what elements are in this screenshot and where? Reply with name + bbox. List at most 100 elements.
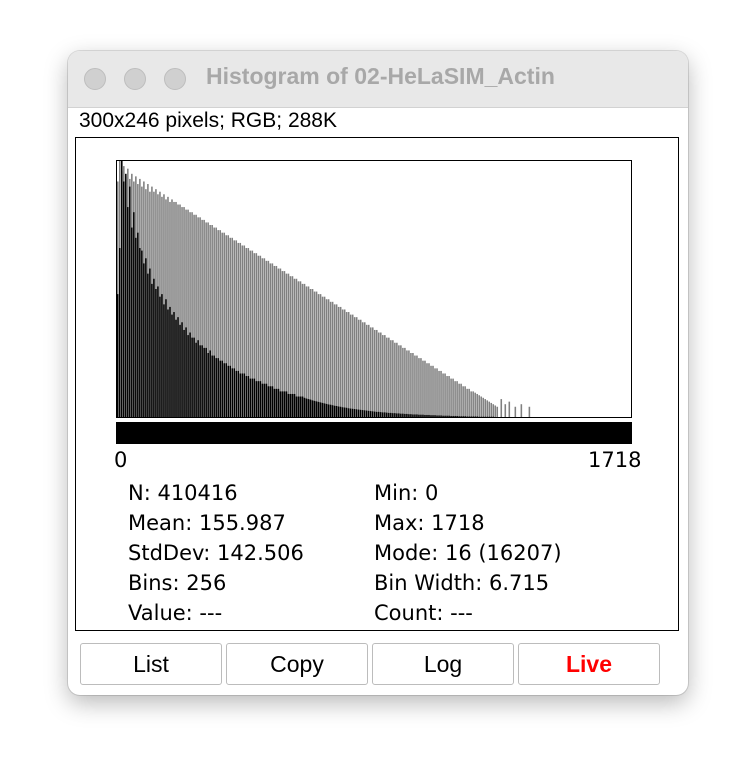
histogram-bar bbox=[374, 329, 376, 417]
histogram-bar bbox=[331, 405, 334, 417]
stat-mean: Mean: 155.987 bbox=[128, 511, 286, 535]
histogram-bar bbox=[119, 248, 121, 417]
histogram-bar bbox=[496, 406, 499, 417]
histogram-bar bbox=[380, 332, 382, 417]
histogram-bar bbox=[235, 370, 238, 417]
histogram-bar bbox=[458, 416, 460, 417]
histogram-bar bbox=[400, 345, 402, 417]
histogram-bar bbox=[448, 376, 450, 417]
histogram-bar bbox=[303, 283, 306, 417]
histogram-bar bbox=[161, 294, 163, 417]
list-button[interactable]: List bbox=[80, 643, 222, 685]
histogram-bar bbox=[243, 373, 246, 417]
histogram-bar bbox=[341, 309, 344, 417]
title-bar[interactable]: Histogram of 02-HeLaSIM_Actin bbox=[68, 51, 688, 108]
histogram-bar bbox=[185, 327, 187, 417]
stat-stddev: StdDev: 142.506 bbox=[128, 541, 304, 565]
histogram-bar bbox=[181, 322, 183, 417]
histogram-bar bbox=[281, 391, 284, 417]
histogram-bar bbox=[217, 358, 219, 417]
histogram-bar bbox=[345, 312, 348, 417]
histogram-bar bbox=[482, 397, 484, 417]
histogram-bar bbox=[291, 393, 294, 417]
histogram-bar bbox=[215, 358, 217, 417]
histogram-bar bbox=[488, 401, 491, 417]
histogram-bar bbox=[321, 296, 324, 417]
histogram-bar bbox=[367, 410, 370, 417]
histogram-bar bbox=[402, 413, 404, 417]
histogram-bar bbox=[141, 250, 143, 417]
histogram-bar bbox=[446, 415, 448, 417]
histogram-bar bbox=[117, 294, 119, 417]
histogram-bar bbox=[414, 414, 416, 417]
log-button[interactable]: Log bbox=[372, 643, 514, 685]
histogram-bar bbox=[339, 406, 342, 417]
histogram-bar bbox=[169, 306, 171, 417]
histogram-bar bbox=[504, 404, 507, 417]
histogram-bar bbox=[402, 347, 404, 417]
histogram-bar bbox=[261, 383, 264, 417]
lut-bar bbox=[116, 422, 632, 444]
histogram-bar bbox=[285, 391, 288, 417]
live-button[interactable]: Live bbox=[518, 643, 660, 685]
histogram-bar bbox=[131, 227, 133, 417]
histogram-bar bbox=[337, 306, 340, 417]
histogram-bar bbox=[327, 299, 330, 417]
histogram-bar bbox=[343, 407, 346, 417]
histogram-bar bbox=[365, 324, 368, 417]
histogram-bar bbox=[394, 413, 396, 417]
stat-count: Count: --- bbox=[374, 601, 473, 625]
histogram-plot[interactable] bbox=[116, 160, 632, 418]
histogram-bar bbox=[474, 392, 476, 417]
histogram-bar bbox=[490, 402, 493, 417]
histogram-bar bbox=[159, 296, 161, 417]
close-window-icon[interactable] bbox=[84, 68, 106, 90]
histogram-bar bbox=[412, 414, 414, 417]
histogram-bar bbox=[353, 317, 356, 417]
histogram-bar bbox=[189, 332, 191, 417]
histogram-bar bbox=[361, 410, 364, 417]
stat-max: Max: 1718 bbox=[374, 511, 485, 535]
histogram-bar bbox=[392, 340, 394, 417]
histogram-bar bbox=[398, 413, 400, 417]
histogram-bar bbox=[201, 345, 203, 417]
stat-bins: Bins: 256 bbox=[128, 571, 227, 595]
histogram-bar bbox=[177, 317, 179, 417]
copy-button[interactable]: Copy bbox=[226, 643, 368, 685]
histogram-bar bbox=[203, 347, 205, 417]
histogram-bar bbox=[432, 365, 434, 417]
histogram-bar bbox=[456, 381, 458, 417]
histogram-bar bbox=[349, 314, 352, 417]
histogram-bar bbox=[470, 416, 472, 417]
histogram-bar bbox=[325, 299, 328, 417]
histogram-bar bbox=[173, 312, 175, 417]
histogram-bar bbox=[424, 414, 426, 417]
histogram-bar bbox=[438, 370, 440, 417]
histogram-bar bbox=[123, 181, 125, 417]
histogram-bar bbox=[165, 299, 167, 417]
histogram-bar bbox=[410, 353, 412, 417]
histogram-bar bbox=[434, 368, 436, 417]
histogram-bar bbox=[295, 278, 298, 417]
histogram-bar bbox=[197, 340, 199, 417]
histogram-bar bbox=[337, 406, 340, 417]
histogram-bar bbox=[388, 412, 390, 417]
histogram-bar bbox=[179, 324, 181, 417]
histogram-bar bbox=[213, 355, 215, 417]
histogram-bar bbox=[327, 404, 330, 417]
histogram-bar bbox=[193, 337, 195, 417]
histogram-bar bbox=[478, 395, 480, 417]
histogram-bar bbox=[476, 393, 478, 417]
histogram-bar bbox=[279, 391, 282, 417]
histogram-bar bbox=[205, 347, 207, 417]
histogram-bar bbox=[295, 396, 298, 417]
histogram-bar bbox=[219, 360, 221, 417]
zoom-window-icon[interactable] bbox=[164, 68, 186, 90]
histogram-bar bbox=[297, 396, 300, 417]
histogram-bar bbox=[187, 335, 189, 417]
histogram-bar bbox=[129, 186, 131, 417]
axis-max-label: 1718 bbox=[588, 448, 642, 472]
minimize-window-icon[interactable] bbox=[124, 68, 146, 90]
histogram-bar bbox=[450, 415, 452, 417]
histogram-bar bbox=[277, 388, 280, 417]
